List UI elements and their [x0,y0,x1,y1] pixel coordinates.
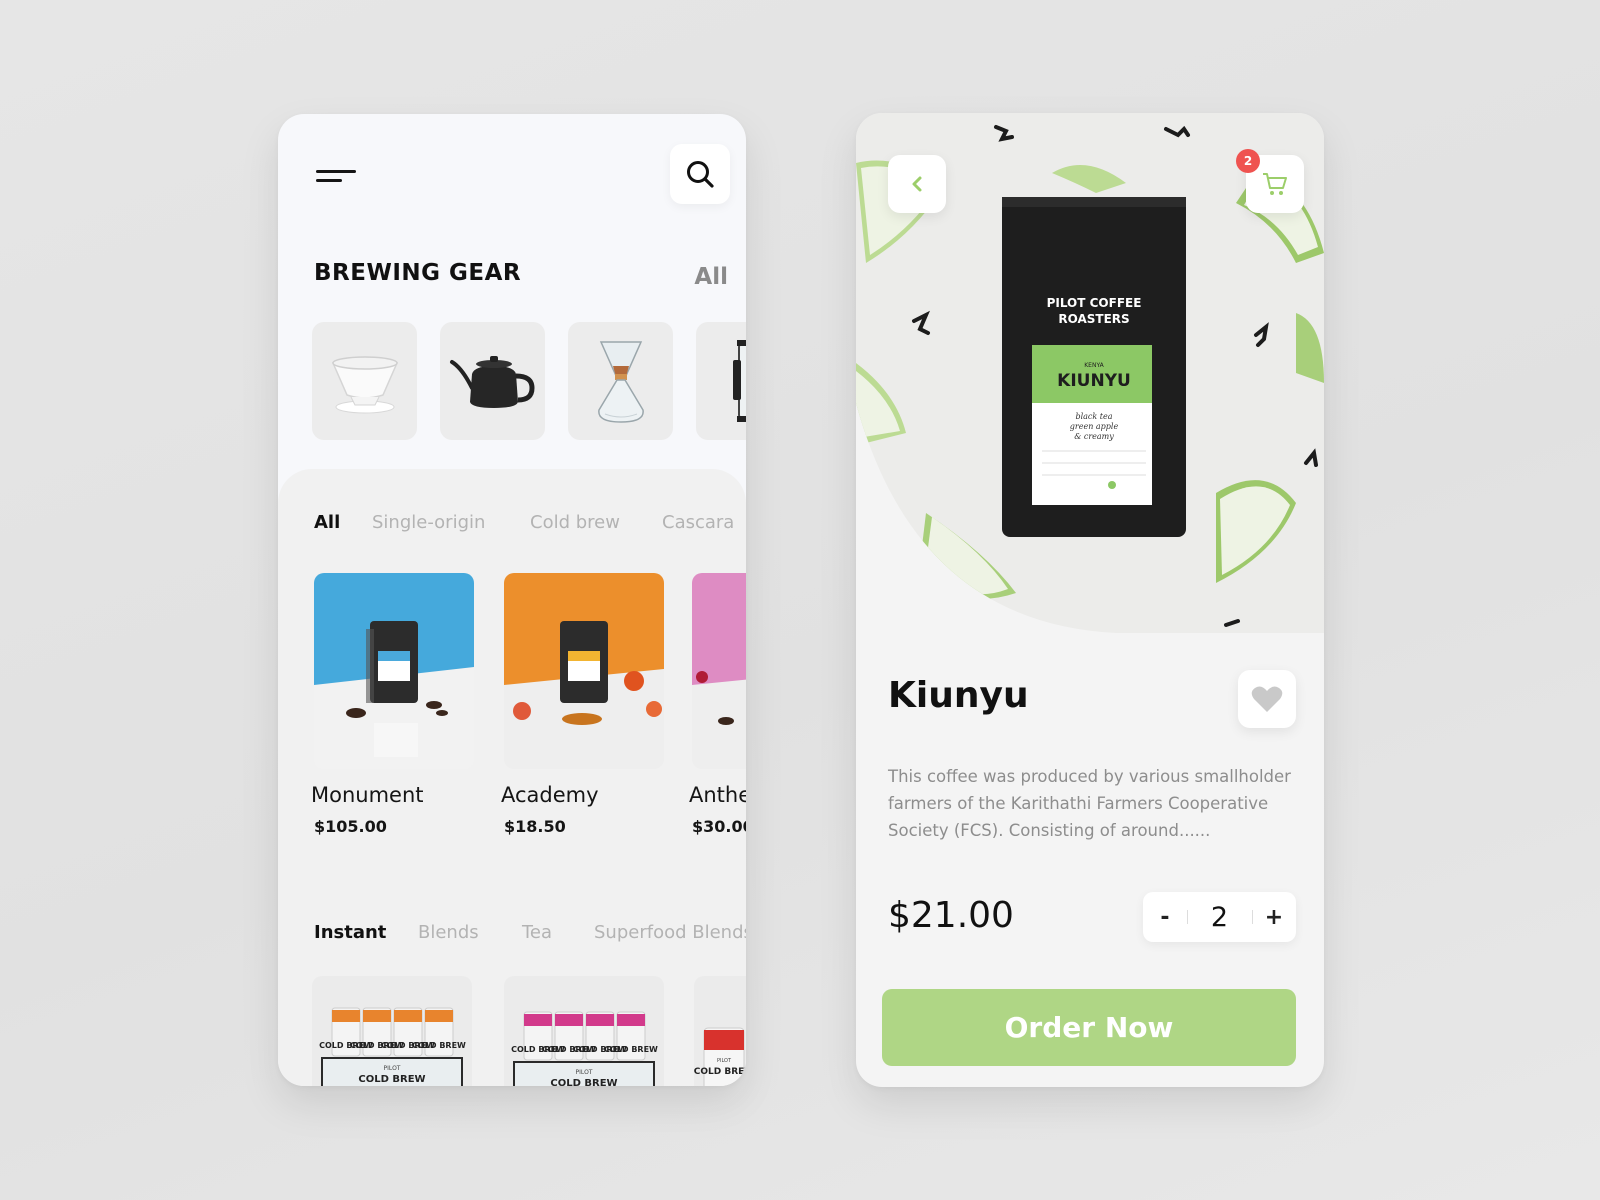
bag-brand-line1: PILOT COFFEE [1047,296,1142,310]
product-card-academy[interactable]: Academy $18.50 [501,573,664,836]
tab-cascara[interactable]: Cascara [662,512,734,533]
quantity-value: 2 [1210,901,1229,933]
decrease-quantity-button[interactable]: - [1143,892,1187,942]
product-description: This coffee was produced by various smal… [888,767,1291,840]
chemex-icon [597,341,644,423]
hamburger-icon[interactable] [316,164,360,188]
box-label: COLD BREW [550,1078,617,1086]
can-brand: PILOT [717,1058,732,1064]
product-image [314,573,474,769]
increase-quantity-button[interactable]: + [1252,892,1296,942]
box-brand: PILOT [384,1065,401,1072]
search-icon [687,161,714,188]
tab-instant[interactable]: Instant [314,922,386,943]
product-card-anthem[interactable]: Anthem $30.00 [689,573,746,836]
gear-item-chemex[interactable] [568,322,673,440]
gear-item-kettle[interactable] [440,322,545,440]
gear-item-dripper[interactable] [312,322,417,440]
kettle-icon [449,356,535,408]
brewing-gear-list [312,322,746,442]
tab-single-origin[interactable]: Single-origin [372,512,485,533]
product-image [692,573,746,769]
section-title-brewing-gear: BREWING GEAR [314,260,522,286]
bag-name: KIUNYU [1057,371,1131,391]
product-detail-screen: PILOT COFFEE ROASTERS KENYA KIUNYU black… [856,113,1324,1087]
see-all-link[interactable]: All [694,264,728,290]
bag-brand-line2: ROASTERS [1058,312,1129,326]
gear-item-french-press[interactable] [696,322,746,440]
product-price: $21.00 [888,895,1014,936]
cart-icon [1263,173,1287,195]
product-price: $105.00 [314,817,387,836]
box-brand: PILOT [576,1069,593,1076]
bag-tasting-2: green apple [1070,422,1119,431]
product-card-monument[interactable]: Monument $105.00 [311,573,474,836]
product-image [504,573,664,769]
instant-product-card[interactable]: COLD BREW COLD BREW COLD BREW COLD BREW … [504,976,664,1086]
bag-origin: KENYA [1084,362,1104,369]
product-name: Academy [501,783,599,807]
tab-tea[interactable]: Tea [522,922,552,943]
tab-all[interactable]: All [314,512,340,533]
can-label: COLD BREW [694,1067,746,1077]
cart-count-badge: 2 [1236,149,1260,173]
instant-product-card[interactable]: COLD BREW COLD BREW COLD BREW COLD BREW … [312,976,472,1086]
order-now-button[interactable]: Order Now [882,989,1296,1066]
search-button[interactable] [670,144,730,204]
bag-tasting-3: & creamy [1074,432,1114,441]
back-button[interactable] [888,155,946,213]
product-name: Monument [311,783,424,807]
product-title: Kiunyu [888,675,1029,716]
product-name: Anthem [689,783,746,807]
bag-tasting-1: black tea [1075,412,1112,421]
quantity-stepper: - 2 + [1143,892,1296,942]
heart-icon [1251,686,1283,712]
french-press-icon [732,340,746,422]
product-price: $18.50 [504,817,566,836]
catalog-screen: BREWING GEAR All All Single-origin Cold … [278,114,746,1086]
can-label: COLD BREW [604,1045,658,1054]
box-label: COLD BREW [358,1074,425,1085]
instant-product-card[interactable]: PILOT COLD BREW [694,976,746,1086]
dripper-icon [331,356,398,414]
product-price: $30.00 [692,817,746,836]
tab-cold-brew[interactable]: Cold brew [530,512,620,533]
tab-blends[interactable]: Blends [418,922,479,943]
can-label: COLD BREW [412,1041,466,1050]
favorite-button[interactable] [1238,670,1296,728]
chevron-left-icon [912,176,922,192]
tab-superfood-blends[interactable]: Superfood Blends [594,922,746,943]
